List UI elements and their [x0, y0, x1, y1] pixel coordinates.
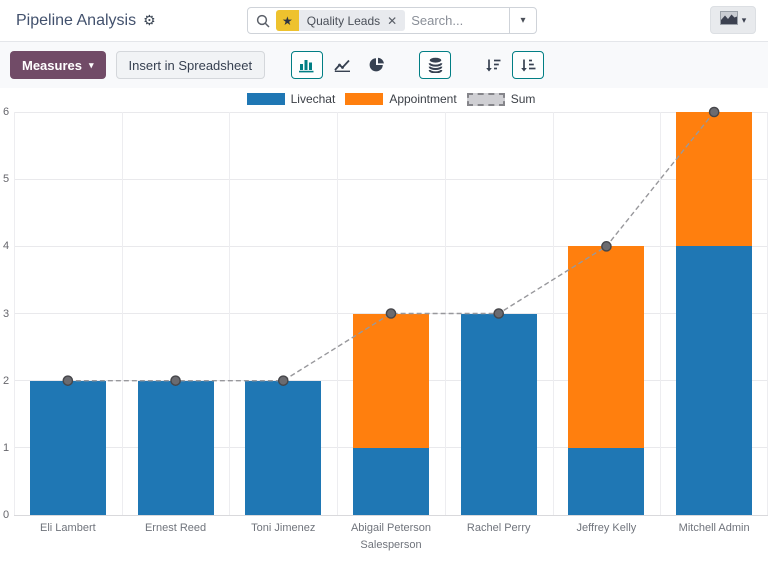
gridline-h: [14, 246, 768, 247]
x-axis-tick: Eli Lambert: [14, 522, 122, 534]
search-input[interactable]: [405, 13, 509, 28]
sort-descending-button[interactable]: [477, 51, 509, 79]
legend-item-appointment[interactable]: Appointment: [345, 92, 456, 106]
facet-label: Quality Leads: [307, 14, 380, 28]
chart-legend: Livechat Appointment Sum: [14, 92, 768, 106]
legend-swatch: [467, 93, 505, 106]
chevron-down-icon: ▾: [89, 60, 94, 71]
x-axis-tick: Rachel Perry: [445, 522, 553, 534]
bar-segment-appointment[interactable]: [676, 112, 752, 246]
y-axis-tick: 1: [3, 442, 9, 454]
insert-in-spreadsheet-button[interactable]: Insert in Spreadsheet: [116, 51, 266, 79]
gridline-h: [14, 112, 768, 113]
line-chart-button[interactable]: [326, 51, 358, 79]
y-axis-tick: 2: [3, 375, 9, 387]
search-bar[interactable]: ★ Quality Leads ✕ ▾: [247, 7, 537, 34]
top-header: Pipeline Analysis ⚙ ★ Quality Leads ✕ ▾: [0, 0, 768, 42]
measures-label: Measures: [22, 58, 82, 73]
sort-asc-icon: [520, 58, 536, 73]
legend-label: Appointment: [389, 92, 456, 106]
sort-ascending-button[interactable]: [512, 51, 544, 79]
legend-item-sum[interactable]: Sum: [467, 92, 536, 106]
legend-label: Sum: [511, 92, 536, 106]
legend-swatch: [345, 93, 383, 105]
gridline-v: [122, 112, 123, 515]
gear-icon[interactable]: ⚙: [143, 12, 156, 29]
area-chart-icon: [720, 11, 738, 30]
gridline-v: [445, 112, 446, 515]
view-switcher-button[interactable]: ▾: [710, 6, 756, 34]
facet-remove-icon[interactable]: ✕: [387, 14, 397, 28]
y-axis-tick: 4: [3, 240, 9, 252]
bar-chart-button[interactable]: [291, 51, 323, 79]
graph-toolbar: Measures ▾ Insert in Spreadsheet: [0, 42, 768, 88]
favorite-star-icon: ★: [276, 10, 299, 31]
x-axis-tick: Mitchell Admin: [660, 522, 768, 534]
y-axis-tick: 0: [3, 509, 9, 521]
gridline-v: [660, 112, 661, 515]
stacked-icon: [428, 57, 443, 73]
y-axis-tick: 3: [3, 308, 9, 320]
search-facet[interactable]: ★ Quality Leads ✕: [276, 10, 405, 31]
bar-segment-livechat[interactable]: [138, 381, 214, 515]
bar-segment-livechat[interactable]: [353, 448, 429, 515]
x-axis-tick: Toni Jimenez: [229, 522, 337, 534]
x-axis-tick: Abigail Peterson: [337, 522, 445, 534]
bar-segment-appointment[interactable]: [353, 314, 429, 448]
bar-segment-livechat[interactable]: [461, 314, 537, 516]
bar-segment-appointment[interactable]: [568, 246, 644, 448]
bar-chart-icon: [299, 58, 315, 73]
gridline-v: [229, 112, 230, 515]
search-icon: [256, 14, 270, 28]
pie-chart-button[interactable]: [361, 51, 393, 79]
bar-segment-livechat[interactable]: [676, 246, 752, 515]
y-axis-tick: 6: [3, 106, 9, 118]
y-axis-tick: 5: [3, 173, 9, 185]
x-axis-tick: Ernest Reed: [122, 522, 230, 534]
legend-label: Livechat: [291, 92, 336, 106]
gridline-v: [553, 112, 554, 515]
x-axis-title: Salesperson: [14, 539, 768, 551]
search-dropdown-toggle[interactable]: ▾: [509, 8, 536, 33]
pie-chart-icon: [369, 57, 385, 73]
legend-swatch: [247, 93, 285, 105]
stacked-group: [419, 51, 451, 79]
line-chart-icon: [334, 58, 351, 72]
measures-button[interactable]: Measures ▾: [10, 51, 106, 79]
gridline-v: [14, 112, 15, 515]
page-title: Pipeline Analysis ⚙: [16, 12, 156, 30]
sort-desc-icon: [485, 58, 501, 73]
legend-item-livechat[interactable]: Livechat: [247, 92, 336, 106]
bar-segment-livechat[interactable]: [568, 448, 644, 515]
chevron-down-icon: ▾: [742, 15, 747, 26]
chart-area: Livechat Appointment Sum 0 1 2 3 4 5 6 Eli Lamber…: [0, 88, 768, 564]
sort-group: [477, 51, 544, 79]
stacked-toggle-button[interactable]: [419, 51, 451, 79]
chart-type-group: [291, 51, 393, 79]
gridline-h: [14, 179, 768, 180]
x-axis-tick: Jeffrey Kelly: [553, 522, 661, 534]
gridline-v: [337, 112, 338, 515]
page-title-text: Pipeline Analysis: [16, 12, 136, 30]
bar-segment-livechat[interactable]: [245, 381, 321, 515]
chart-plot[interactable]: [14, 112, 768, 515]
bar-segment-livechat[interactable]: [30, 381, 106, 515]
